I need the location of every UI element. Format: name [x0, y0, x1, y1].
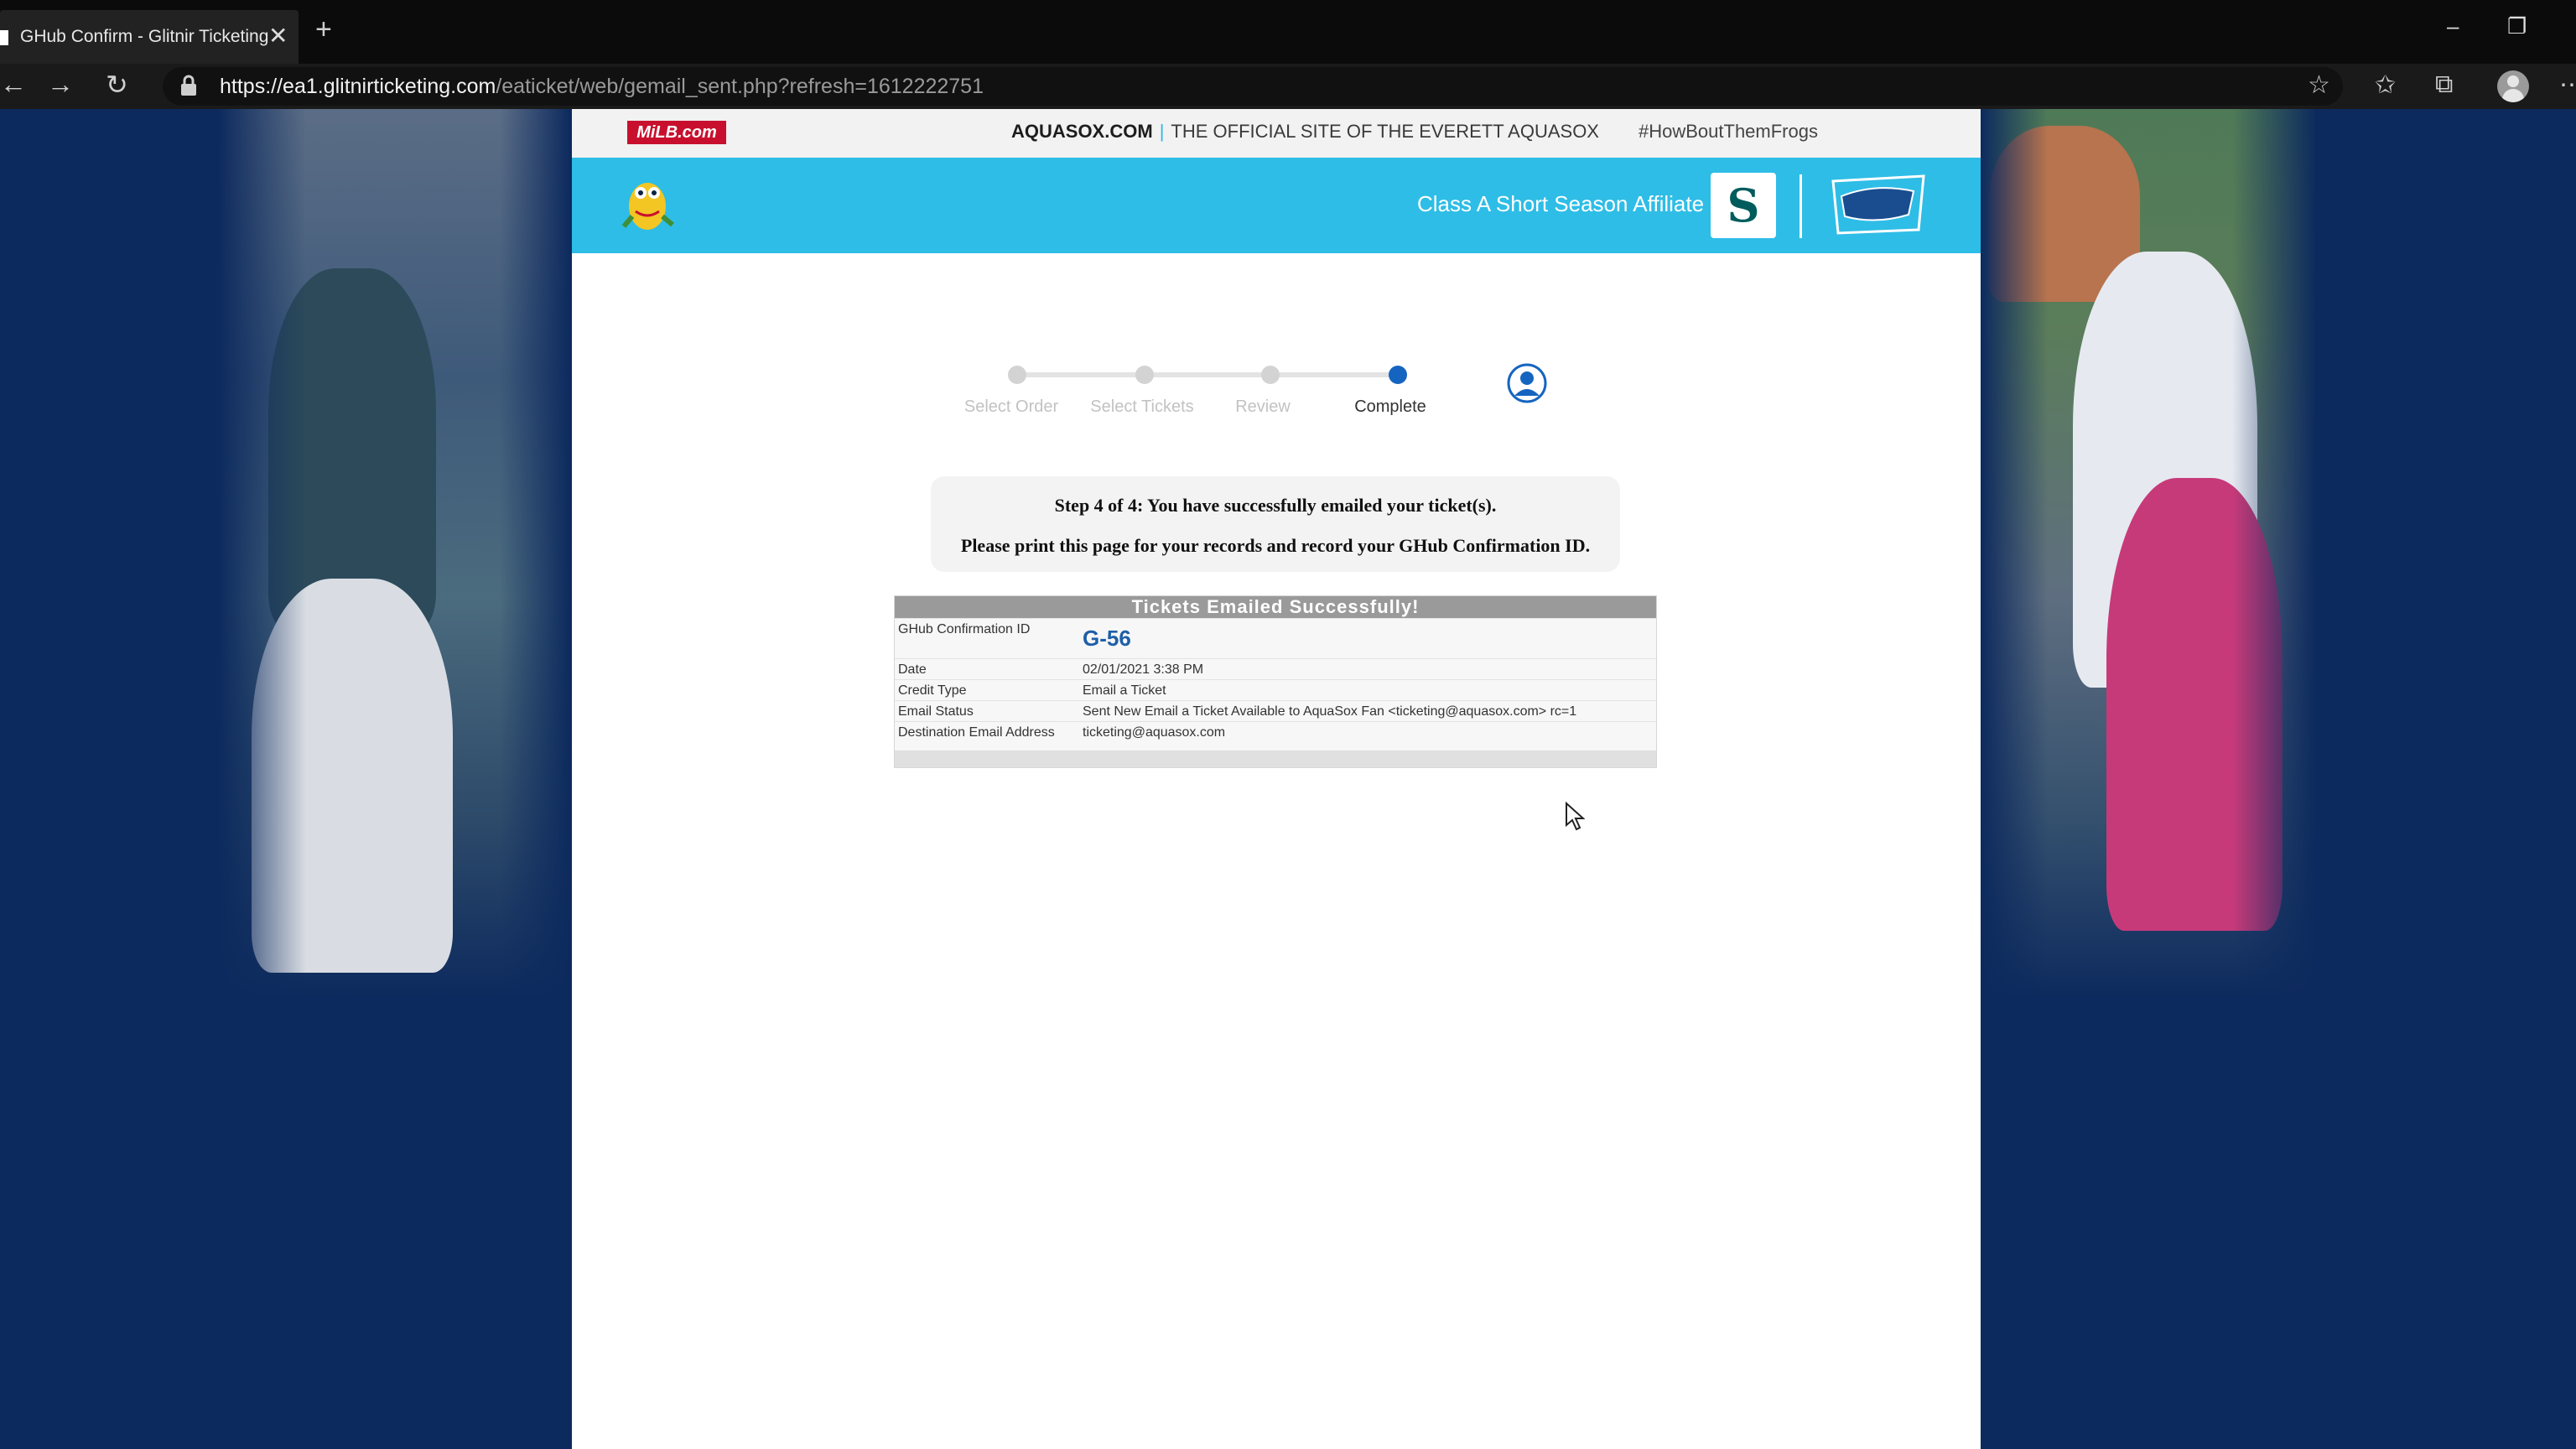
- confirmation-heading: Tickets Emailed Successfully!: [895, 596, 1656, 618]
- player-photo: [252, 579, 453, 973]
- step-dot-review: [1261, 366, 1280, 384]
- step-label-select-tickets: Select Tickets: [1090, 397, 1194, 416]
- row-label: Date: [898, 662, 927, 677]
- page-favicon-icon: [0, 30, 8, 45]
- site-top-strip: MiLB.com AQUASOX.COM | THE OFFICIAL SITE O…: [572, 109, 1981, 158]
- browser-tabbar: GHub Confirm - Glitnir Ticketing ✕ + – ❐: [0, 0, 2576, 64]
- url-text[interactable]: https://ea1.glitnirticketing.com/eaticke…: [220, 75, 984, 99]
- row-value: Email a Ticket: [1083, 683, 1166, 698]
- url-path: /eaticket/web/gemail_sent.php?refresh=16…: [496, 75, 984, 98]
- close-tab-icon[interactable]: ✕: [268, 22, 288, 49]
- aquasox-frog-logo[interactable]: [621, 173, 676, 238]
- row-value: 02/01/2021 3:38 PM: [1083, 662, 1204, 677]
- status-message-box: Step 4 of 4: You have successfully email…: [931, 476, 1620, 572]
- restore-icon[interactable]: ❐: [2507, 13, 2527, 39]
- row-label: GHub Confirmation ID: [898, 622, 1031, 636]
- table-row: Credit Type Email a Ticket: [895, 679, 1656, 701]
- stepper-line: [1016, 372, 1402, 377]
- back-icon[interactable]: ←: [0, 69, 27, 100]
- mouse-cursor-icon: [1566, 802, 1585, 831]
- profile-avatar[interactable]: [2497, 70, 2529, 102]
- header-divider: [1800, 174, 1802, 238]
- funko-field-logo[interactable]: [1825, 171, 1932, 238]
- site-header: Class A Short Season Affiliate S: [572, 158, 1981, 253]
- table-row: GHub Confirmation ID G-56: [895, 618, 1656, 659]
- milb-logo[interactable]: MiLB.com: [627, 121, 726, 144]
- new-tab-button[interactable]: +: [315, 13, 332, 46]
- row-value: ticketing@aquasox.com: [1083, 725, 1226, 740]
- print-instructions: Please print this page for your records …: [960, 535, 1591, 556]
- player-photo: [268, 268, 436, 629]
- player-photo: [2106, 478, 2283, 931]
- step-dot-select-order: [1008, 366, 1026, 384]
- table-row: Date 02/01/2021 3:38 PM: [895, 658, 1656, 680]
- address-bar[interactable]: https://ea1.glitnirticketing.com/eaticke…: [163, 67, 2343, 106]
- user-account-icon[interactable]: [1506, 362, 1548, 404]
- table-footer: [895, 750, 1656, 767]
- confirmation-id: G-56: [1083, 626, 1131, 651]
- reload-icon[interactable]: ↻: [106, 69, 128, 101]
- step-status-message: Step 4 of 4: You have successfully email…: [1054, 495, 1497, 516]
- row-label: Destination Email Address: [898, 725, 1055, 740]
- table-row: Destination Email Address ticketing@aqua…: [895, 721, 1656, 743]
- site-title: AQUASOX.COM | THE OFFICIAL SITE OF THE EVE…: [1011, 121, 1599, 143]
- lock-icon: [181, 75, 196, 96]
- background-players-left: [218, 109, 570, 998]
- tab-title: GHub Confirm - Glitnir Ticketing: [20, 27, 269, 46]
- site-tagline: THE OFFICIAL SITE OF THE EVERETT AQUASOX: [1171, 121, 1599, 142]
- step-label-review: Review: [1235, 397, 1291, 416]
- affiliate-text: Class A Short Season Affiliate: [1417, 191, 1705, 216]
- menu-icon[interactable]: ⋯: [2559, 70, 2576, 100]
- step-dot-select-tickets: [1135, 366, 1154, 384]
- step-label-complete: Complete: [1354, 397, 1426, 416]
- url-host: https://ea1.glitnirticketing.com: [220, 75, 496, 98]
- site-container: MiLB.com AQUASOX.COM | THE OFFICIAL SITE O…: [572, 109, 1981, 1449]
- progress-stepper: Select Order Select Tickets Review Compl…: [958, 359, 1545, 443]
- add-favorite-icon[interactable]: ☆: [2308, 70, 2330, 100]
- minimize-icon[interactable]: –: [2447, 13, 2459, 39]
- collections-icon[interactable]: ⧉: [2435, 70, 2453, 99]
- row-value: Sent New Email a Ticket Available to Aqu…: [1083, 704, 1577, 719]
- favorites-icon[interactable]: ✩: [2375, 70, 2396, 100]
- forward-icon[interactable]: →: [47, 69, 74, 100]
- table-row: Email Status Sent New Email a Ticket Ava…: [895, 700, 1656, 722]
- step-label-select-order: Select Order: [963, 397, 1059, 416]
- player-photo: [2073, 252, 2257, 688]
- hashtag[interactable]: #HowBoutThemFrogs: [1639, 121, 1818, 143]
- background-players-right: [1981, 109, 2316, 998]
- title-separator: |: [1159, 121, 1165, 142]
- browser-toolbar: ← → ↻ https://ea1.glitnirticketing.com/e…: [0, 64, 2576, 109]
- mariners-logo[interactable]: S: [1711, 173, 1776, 238]
- mascot-photo: [1989, 126, 2140, 302]
- row-label: Credit Type: [898, 683, 967, 698]
- browser-tab[interactable]: GHub Confirm - Glitnir Ticketing ✕: [0, 10, 299, 64]
- row-label: Email Status: [898, 704, 974, 719]
- step-dot-complete: [1389, 366, 1407, 384]
- confirmation-table: Tickets Emailed Successfully! GHub Confi…: [894, 595, 1657, 768]
- site-domain[interactable]: AQUASOX.COM: [1011, 121, 1153, 142]
